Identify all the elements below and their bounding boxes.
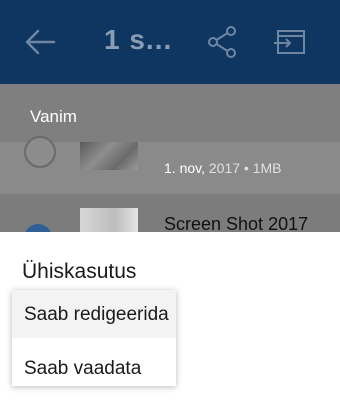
move-to-folder-icon[interactable] xyxy=(270,22,310,62)
permission-dropdown: Saab redigeerida Saab vaadata xyxy=(12,290,176,386)
file-row[interactable]: 1. nov, 2017 • 1MB xyxy=(0,136,340,194)
share-icon[interactable] xyxy=(202,22,242,62)
sheet-title: Ühiskasutus xyxy=(22,260,137,283)
file-date: 1. nov, xyxy=(164,160,205,176)
file-year-size: 2017 • 1MB xyxy=(208,160,282,176)
file-list: 1. nov, 2017 • 1MB Screen Shot 2017 xyxy=(0,136,340,252)
file-meta: 1. nov, 2017 • 1MB xyxy=(164,160,282,176)
screen: 1 s... Vanim 1. nov, 2017 • 1MB Screen S… xyxy=(0,0,340,400)
select-radio[interactable] xyxy=(24,136,56,168)
app-bar: 1 s... xyxy=(0,0,340,84)
back-arrow-icon[interactable] xyxy=(20,22,60,62)
file-thumbnail xyxy=(80,142,138,170)
option-can-view[interactable]: Saab vaadata xyxy=(12,344,176,392)
option-can-edit[interactable]: Saab redigeerida xyxy=(12,290,176,338)
option-label: Saab vaadata xyxy=(24,358,142,379)
file-thumbnail xyxy=(80,208,138,232)
option-label: Saab redigeerida xyxy=(24,304,169,325)
app-bar-title: 1 s... xyxy=(104,24,173,55)
sort-label[interactable]: Vanim xyxy=(30,107,77,127)
sort-bar: Vanim xyxy=(0,84,340,142)
file-row[interactable]: Screen Shot 2017 xyxy=(0,194,340,252)
